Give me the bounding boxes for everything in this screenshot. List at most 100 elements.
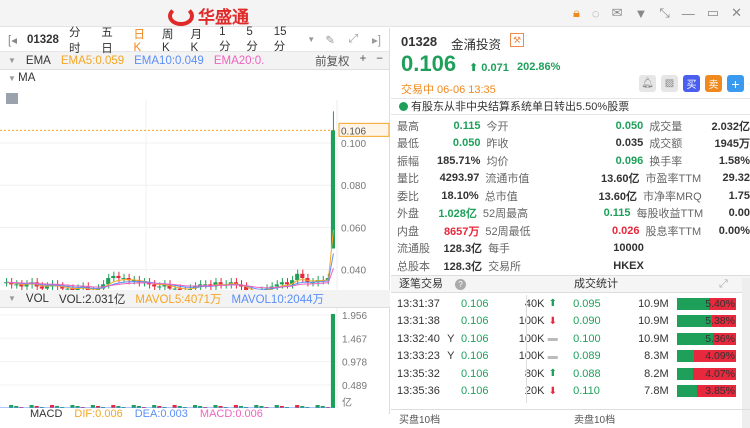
remove-icon[interactable]: − xyxy=(376,53,383,69)
pencil-icon[interactable]: ✎ xyxy=(325,33,335,47)
sell-button[interactable]: 卖 xyxy=(705,75,722,92)
chevron-down-icon[interactable]: ▼ xyxy=(307,35,315,44)
stat-value: 128.3亿 xyxy=(443,260,483,273)
adjust-select[interactable]: 前复权 xyxy=(315,53,350,69)
trades-list: 13:31:37 0.106 40K ⬆ 0.095 10.9M 5.40% 13:31:38… xyxy=(391,295,736,400)
buy-sell-ratio-bar: 4.09% xyxy=(676,350,736,363)
trade-time: 13:31:38 xyxy=(397,315,440,328)
stat-value: 29.32 xyxy=(722,172,750,185)
news-ticker[interactable]: 有股东从非中央结算系统单日转出5.50%股票 xyxy=(391,98,750,115)
stat-price: 0.088 xyxy=(573,367,601,380)
stat-label: 成交额 xyxy=(649,138,683,151)
stats-row: 外盘 1.028亿 52周最高 0.115 每股收益TTM 0.00 xyxy=(391,205,750,223)
stat-volume: 7.8M xyxy=(644,385,669,398)
chart-panel: [◂ 01328 分时 五日 日K 周K 月K 1分 5分 15分 ▼ ✎ ⤢ ▸]… xyxy=(0,26,390,420)
stats-row: 内盘 8657万 52周最低 0.026 股息率TTM 0.00% xyxy=(391,222,750,240)
trade-price: 0.106 xyxy=(460,297,489,310)
tab-intraday[interactable]: 分时 xyxy=(69,24,91,56)
lock-icon[interactable]: 🔒︎ xyxy=(573,5,580,21)
chevron-down-icon[interactable]: ▼ xyxy=(8,56,16,65)
volume-tick: 0.489 xyxy=(342,381,367,392)
fullscreen-icon[interactable]: ⤢ xyxy=(349,33,358,47)
shrink-icon[interactable]: ⤡ xyxy=(659,5,669,21)
stats-row: 最高 0.115 今开 0.050 成交量 2.032亿 xyxy=(391,117,750,135)
divider xyxy=(526,295,527,403)
stat-label: 换手率 xyxy=(649,155,683,168)
period-toolbar: [◂ 01328 分时 五日 日K 周K 月K 1分 5分 15分 ▼ ✎ ⤢ ▸] xyxy=(0,26,389,55)
candle xyxy=(111,275,116,279)
stat-label: 总股本 xyxy=(397,260,430,273)
support-icon[interactable]: ◌ xyxy=(592,6,600,21)
stat-label: 52周最高 xyxy=(482,208,529,221)
stat-label: 最低 xyxy=(397,138,419,151)
macd-value: MACD:0.006 xyxy=(199,408,263,420)
tab-1min[interactable]: 1分 xyxy=(219,26,236,54)
buy-sell-ratio-bar: 3.85% xyxy=(676,385,736,398)
trade-time: 13:35:32 xyxy=(397,367,440,380)
tab-daily-k[interactable]: 日K xyxy=(133,26,152,54)
stat-label: 委比 xyxy=(397,190,419,203)
trade-time: 13:32:40 xyxy=(397,332,440,345)
minimize-icon[interactable]: — xyxy=(682,6,695,21)
candle xyxy=(274,284,279,287)
expand-icon[interactable]: ⤢ xyxy=(719,276,728,293)
stat-volume: 8.3M xyxy=(644,350,669,363)
macd-dea: DEA:0.003 xyxy=(134,408,188,420)
add-icon[interactable]: + xyxy=(360,53,367,69)
stat-value: 2.032亿 xyxy=(711,120,750,133)
chevron-down-icon[interactable]: ▼ xyxy=(8,294,16,303)
trade-time: 13:31:37 xyxy=(397,297,440,310)
candle xyxy=(116,275,121,279)
expand-right-icon[interactable]: ▸] xyxy=(372,33,381,47)
tab-5min[interactable]: 5分 xyxy=(246,26,263,54)
alert-bell-icon[interactable]: 🔔︎ xyxy=(639,75,656,92)
ticks-title[interactable]: 逐笔交易 xyxy=(399,276,443,293)
trade-row: 13:31:38 0.106 100K ⬇ 0.090 10.9M 5.38% xyxy=(391,313,736,331)
price-change-pct: 202.86% xyxy=(517,61,561,73)
stat-volume: 10.9M xyxy=(638,332,669,345)
tab-monthly-k[interactable]: 月K xyxy=(191,26,210,54)
stat-price: 0.089 xyxy=(573,350,601,363)
stat-value: 0.00% xyxy=(718,224,750,237)
buy-sell-ratio-bar: 5.36% xyxy=(676,332,736,345)
tab-weekly-k[interactable]: 周K xyxy=(162,26,181,54)
stat-value: 185.71% xyxy=(437,154,481,167)
scrollbar[interactable] xyxy=(742,278,750,428)
trade-row: 13:33:23 Y 0.106 100K ▬ 0.089 8.3M 4.09% xyxy=(391,348,736,366)
candle xyxy=(203,284,208,286)
stat-price: 0.090 xyxy=(573,315,601,328)
stat-volume: 10.9M xyxy=(638,297,669,310)
candle xyxy=(152,284,157,287)
indicator-name[interactable]: EMA xyxy=(26,55,51,67)
stat-label: 每股收益TTM xyxy=(636,208,704,221)
help-icon[interactable]: ? xyxy=(455,279,466,290)
stats-row: 总股本 128.3亿 交易所 HKEX xyxy=(391,257,750,275)
collapse-left-icon[interactable]: [◂ xyxy=(8,33,17,47)
stat-price: 0.095 xyxy=(573,297,601,310)
kline-chart[interactable]: 0.1060.1000.0800.0600.0400.026E xyxy=(0,70,390,304)
buy-button[interactable]: 买 xyxy=(683,75,700,92)
stats-title: 成交统计 xyxy=(574,278,618,290)
close-icon[interactable]: ✕ xyxy=(731,5,742,21)
ema5-value: EMA5:0.059 xyxy=(60,54,125,67)
candle xyxy=(157,286,162,288)
mail-icon[interactable]: ✉ xyxy=(612,5,623,21)
arrow-up-icon: ⬆ xyxy=(469,62,479,74)
auction-icon[interactable]: ⚒ xyxy=(510,33,524,47)
volume-chart[interactable]: 1.956 1.467 0.978 0.489 亿 xyxy=(0,308,390,408)
trade-row: 13:35:32 0.106 80K ⬆ 0.088 8.2M 4.07% xyxy=(391,365,736,383)
vol-name[interactable]: VOL xyxy=(26,293,49,305)
candle xyxy=(284,282,290,285)
maximize-icon[interactable]: ▭ xyxy=(707,5,719,21)
edit-note-icon[interactable]: ▨ xyxy=(661,75,678,92)
macd-name[interactable]: MACD xyxy=(30,408,62,420)
tab-5day[interactable]: 五日 xyxy=(101,24,123,56)
add-watchlist-button[interactable]: + xyxy=(727,75,744,92)
stat-value: 1.028亿 xyxy=(438,208,477,221)
trades-header: 逐笔交易 ? 成交统计 ⤢ xyxy=(391,275,750,293)
volume-bar-header: ▼ VOL VOL:2.031亿 MAVOL5:4071万 MAVOL10:20… xyxy=(0,290,390,308)
flat-icon: ▬ xyxy=(547,333,558,345)
trading-status: 交易中 06-06 13:35 xyxy=(401,84,496,96)
tab-15min[interactable]: 15分 xyxy=(274,26,298,54)
skin-icon[interactable]: ▼ xyxy=(635,6,648,21)
